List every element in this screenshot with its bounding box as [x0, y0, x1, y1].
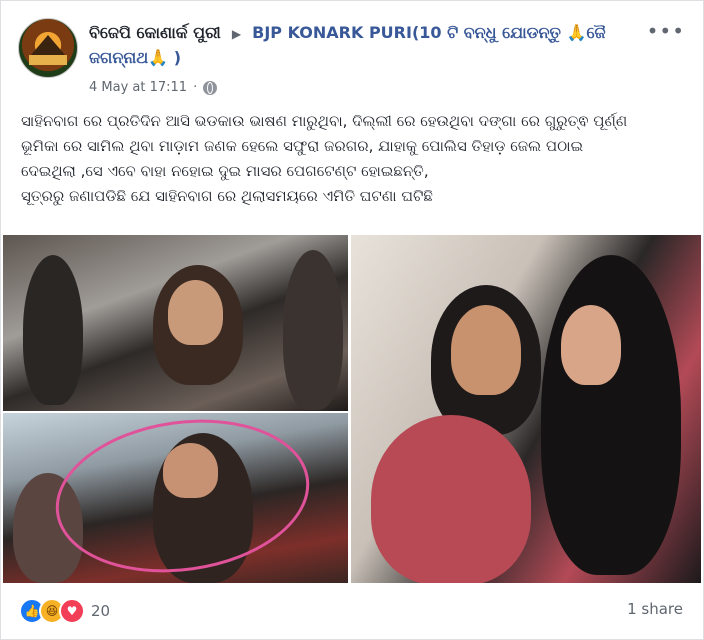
- post-text-line: ସୂତ୍ରରୁ ଜଣାପଡିଛି ଯେ ସାହିନବାଗ ରେ ଥିଲାସମୟର…: [21, 187, 433, 205]
- timestamp-link[interactable]: 4 May at 17:11: [89, 80, 187, 95]
- page-avatar[interactable]: [18, 18, 78, 78]
- author-link[interactable]: ବିଜେପି କୋଣାର୍କ ପୁରୀ: [89, 23, 221, 42]
- arrow-right-icon: ▶: [231, 27, 242, 41]
- temple-logo-icon: [31, 35, 65, 55]
- photo-protest-speech[interactable]: [3, 235, 348, 411]
- reaction-count[interactable]: 20: [91, 602, 110, 620]
- more-options-icon[interactable]: •••: [647, 19, 685, 43]
- globe-icon[interactable]: [203, 80, 218, 95]
- post-footer: 👍 😆 ♥ 20 1 share: [1, 586, 703, 638]
- post-meta: 4 May at 17:11 ·: [89, 80, 218, 95]
- post-text: ସାହିନବାଗ ରେ ପ୍ରତିଦିନ ଆସି ଭଡକାଉ ଭାଷଣ ମାରୁ…: [21, 109, 689, 209]
- post-text-line: ଭୂମିକା ରେ ସାମିଲ ଥିବା ମାଡ଼ାମ ଜଣକ ହେଲେ ସଫୁ…: [21, 137, 584, 155]
- highlight-circle: [45, 413, 320, 583]
- post-text-line: ଦେଇଥିଲା ,ସେ ଏବେ ବାହା ନହୋଇ ଦୁଇ ମାସର ପେଗଟେ…: [21, 162, 429, 180]
- love-icon: ♥: [59, 598, 85, 624]
- post-text-line: ସାହିନବାଗ ରେ ପ୍ରତିଦିନ ଆସି ଭଡକାଉ ଭାଷଣ ମାରୁ…: [21, 112, 628, 130]
- separator-dot: ·: [193, 80, 198, 95]
- post-header: ବିଜେପି କୋଣାର୍କ ପୁରୀ ▶ BJP KONARK PURI(10…: [89, 21, 649, 70]
- reactions-summary[interactable]: 👍 😆 ♥ 20: [19, 598, 110, 624]
- photo-circled-speaker[interactable]: [3, 413, 348, 583]
- photo-collage: [1, 233, 703, 583]
- post-card: ବିଜେପି କୋଣାର୍କ ପୁରୀ ▶ BJP KONARK PURI(10…: [0, 0, 704, 640]
- photo-embrace[interactable]: [351, 235, 701, 583]
- share-count[interactable]: 1 share: [627, 600, 683, 618]
